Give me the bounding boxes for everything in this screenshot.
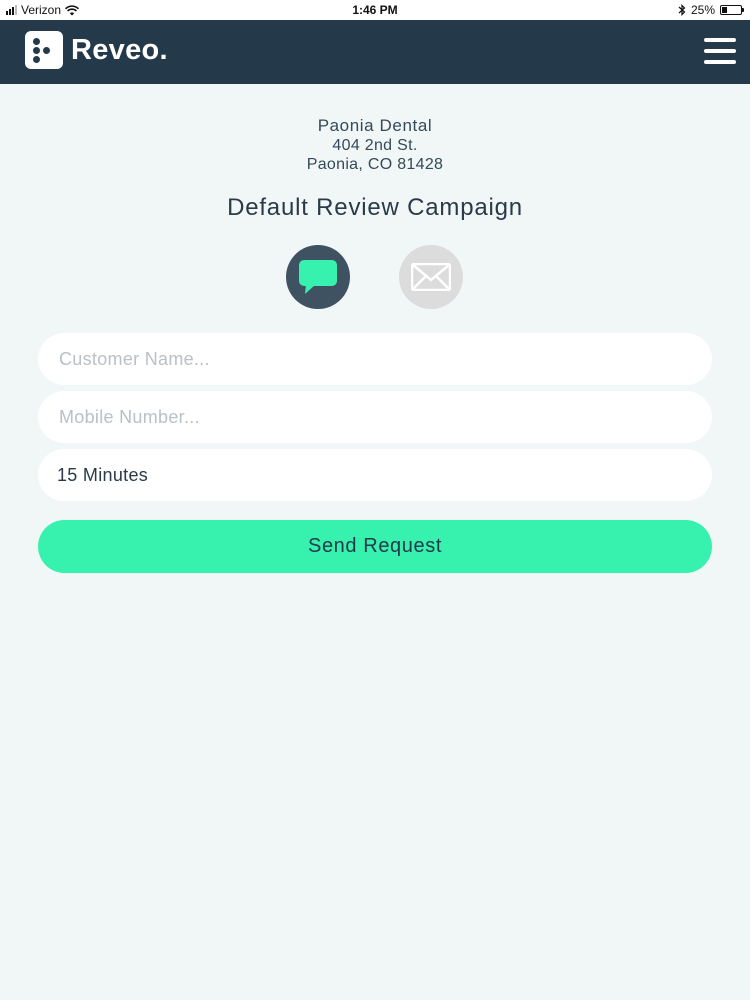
customer-name-field[interactable] — [38, 333, 712, 385]
business-address-line1: 404 2nd St. — [332, 137, 418, 154]
app-header: Reveo. — [0, 20, 750, 84]
brand-name: Reveo. — [71, 33, 168, 66]
send-request-button[interactable]: Send Request — [38, 520, 712, 573]
status-bar: Verizon 1:46 PM 25% — [0, 0, 750, 20]
mobile-number-input[interactable] — [57, 405, 693, 429]
delay-value: 15 Minutes — [57, 464, 149, 485]
status-time: 1:46 PM — [352, 3, 398, 17]
customer-name-input[interactable] — [57, 347, 693, 371]
envelope-icon — [411, 263, 451, 291]
sms-channel-button[interactable] — [286, 245, 350, 309]
email-channel-button[interactable] — [399, 245, 463, 309]
campaign-title: Default Review Campaign — [227, 194, 523, 221]
bluetooth-icon — [678, 4, 686, 16]
logo[interactable]: Reveo. — [25, 31, 168, 69]
battery-percent: 25% — [690, 3, 715, 17]
hamburger-menu-icon[interactable] — [704, 38, 736, 64]
delay-select[interactable]: 15 Minutes — [38, 449, 712, 501]
business-address-line2: Paonia, CO 81428 — [306, 156, 444, 173]
status-right: 25% — [678, 3, 744, 17]
battery-fill — [722, 7, 727, 13]
business-info: Paonia Dental 404 2nd St. Paonia, CO 814… — [0, 116, 750, 174]
battery-icon — [720, 5, 744, 15]
mobile-number-field[interactable] — [38, 391, 712, 443]
chat-bubble-icon — [299, 260, 337, 294]
dice-logo-icon — [25, 31, 63, 69]
business-name: Paonia Dental — [317, 116, 433, 135]
